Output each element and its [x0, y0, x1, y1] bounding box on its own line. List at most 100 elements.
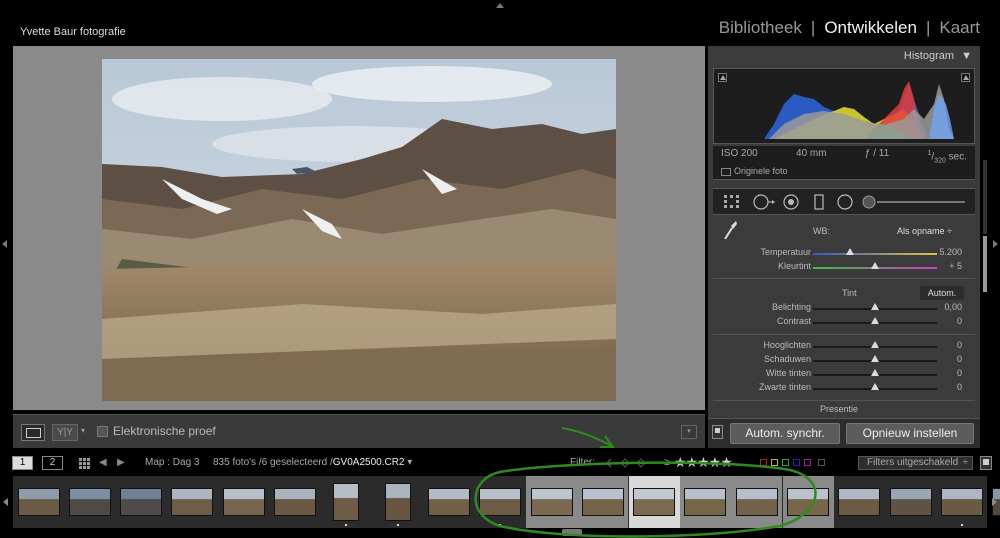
blue-label-filter[interactable] [793, 459, 800, 466]
rating-filter-stars[interactable]: ★★★★★ [674, 454, 733, 471]
slider-value[interactable]: 0 [957, 340, 962, 350]
top-panel-toggle-icon[interactable] [496, 3, 504, 8]
red-label-filter[interactable] [760, 459, 767, 466]
panel-scrollbar[interactable] [983, 236, 987, 292]
red-eye-icon[interactable] [783, 194, 801, 212]
filmstrip-thumbnail[interactable] [577, 476, 629, 528]
module-ontwikkelen[interactable]: Ontwikkelen [824, 18, 917, 38]
purple-label-filter[interactable] [804, 459, 811, 466]
filmstrip-thumbnail[interactable] [218, 476, 269, 528]
divider [713, 278, 975, 279]
filmstrip-scrollbar[interactable] [562, 529, 582, 536]
filter-preset-select[interactable]: Filters uitgeschakeld ÷ [858, 456, 973, 470]
reset-button[interactable]: Opnieuw instellen [846, 423, 974, 444]
right-panel-toggle-icon[interactable] [993, 240, 998, 248]
primary-display-button[interactable]: 1 [12, 456, 33, 470]
filmstrip-thumbnail[interactable] [679, 476, 731, 528]
slider-value[interactable]: 5.200 [939, 247, 962, 257]
spot-removal-icon[interactable] [753, 194, 777, 212]
camera-info: ISO 200 40 mm ƒ / 11 1/320 sec. [713, 146, 975, 164]
original-photo-toggle[interactable]: Originele foto [713, 164, 975, 180]
filmstrip-thumbnail[interactable] [834, 476, 885, 528]
secondary-display-button[interactable]: 2 [42, 456, 63, 470]
slider-handle[interactable] [871, 262, 879, 269]
photo-count[interactable]: 835 foto's /6 geselecteerd /GV0A2500.CR2… [213, 457, 412, 468]
filmstrip-thumbnail[interactable] [13, 476, 64, 528]
thumbnail-image [120, 488, 163, 516]
panel-scroll-track[interactable] [983, 160, 987, 234]
back-arrow-icon[interactable]: ◀ [99, 457, 107, 468]
source-path[interactable]: Map : Dag 3 [145, 457, 199, 468]
filmstrip-thumbnail[interactable] [936, 476, 987, 528]
forward-arrow-icon[interactable]: ▶ [117, 457, 125, 468]
filmstrip-thumbnail[interactable] [782, 476, 834, 528]
radial-filter-icon[interactable] [837, 194, 855, 212]
slider-value[interactable]: 0 [957, 316, 962, 326]
crop-overlay-icon[interactable] [723, 194, 741, 210]
histogram-graph [713, 68, 975, 144]
grid-view-icon[interactable] [79, 458, 90, 469]
flag-filter-icons[interactable] [605, 457, 649, 469]
graduated-filter-icon[interactable] [813, 194, 827, 212]
filter-switch[interactable] [980, 456, 992, 470]
slider-row-kleurtint: Kleurtint + 5 [708, 261, 970, 274]
rating-operator[interactable]: ≥ [664, 457, 670, 468]
filmstrip-thumbnail[interactable] [628, 476, 680, 528]
slider-handle[interactable] [846, 248, 855, 255]
slider-value[interactable]: 0,00 [944, 302, 962, 312]
slider-handle[interactable] [871, 317, 879, 324]
filmstrip-thumbnail[interactable] [270, 476, 321, 528]
thumbnail-image [633, 488, 676, 516]
slider-handle[interactable] [871, 383, 879, 390]
module-kaart[interactable]: Kaart [939, 18, 980, 38]
filmstrip-thumbnail[interactable] [64, 476, 115, 528]
filmstrip-thumbnail[interactable] [475, 476, 526, 528]
before-after-button[interactable]: Y|Y [52, 424, 78, 441]
before-after-caret-icon[interactable]: ▾ [81, 426, 85, 435]
filmstrip-left-arrow-icon[interactable] [3, 498, 8, 506]
auto-sync-button[interactable]: Autom. synchr. [730, 423, 840, 444]
module-bibliotheek[interactable]: Bibliotheek [719, 18, 802, 38]
collapse-triangle-icon[interactable]: ▼ [961, 50, 972, 62]
filmstrip-thumbnail[interactable] [885, 476, 936, 528]
softproof-checkbox[interactable] [97, 426, 108, 437]
sync-toggle-switch[interactable] [712, 425, 723, 439]
histogram-title: Histogram [903, 50, 955, 62]
filmstrip-thumbnail[interactable] [526, 476, 577, 528]
yellow-label-filter[interactable] [771, 459, 778, 466]
original-photo-checkbox-icon[interactable] [721, 167, 731, 176]
slider-value[interactable]: + 5 [949, 261, 962, 271]
left-panel-toggle-icon[interactable] [2, 240, 7, 248]
filmstrip-thumbnail[interactable] [423, 476, 474, 528]
filmstrip-right-arrow-icon[interactable] [992, 498, 997, 506]
slider-value[interactable]: 0 [957, 368, 962, 378]
slider-track[interactable] [813, 253, 937, 255]
slider-row-belichting: Belichting 0,00 [708, 302, 970, 315]
filmstrip-thumbnail[interactable] [116, 476, 167, 528]
focal-length: 40 mm [796, 148, 827, 159]
thumbnail-image [427, 488, 470, 516]
filmstrip-thumbnail[interactable] [731, 476, 783, 528]
filmstrip-thumbnail[interactable] [321, 476, 372, 528]
view-toolbar: Y|Y ▾ Elektronische proef ▾ [13, 414, 705, 448]
slider-handle[interactable] [871, 303, 879, 310]
slider-value[interactable]: 0 [957, 354, 962, 364]
wb-select[interactable]: Als opname ÷ [897, 226, 952, 236]
green-label-filter[interactable] [782, 459, 789, 466]
slider-row-contrast: Contrast 0 [708, 316, 970, 329]
auto-tone-button[interactable]: Autom. [920, 286, 964, 300]
histogram-header[interactable]: Histogram ▼ [708, 46, 980, 66]
slider-handle[interactable] [871, 369, 879, 376]
loupe-view-button[interactable] [21, 424, 45, 441]
toolbar-content-dropdown[interactable]: ▾ [681, 425, 697, 439]
slider-handle[interactable] [871, 341, 879, 348]
develop-right-panel: Histogram ▼ ISO 200 40 mm ƒ / 11 1/320 s… [708, 46, 980, 448]
slider-handle[interactable] [871, 355, 879, 362]
filmstrip-thumbnail[interactable] [372, 476, 423, 528]
filmstrip-thumbnail[interactable] [167, 476, 218, 528]
eyedropper-icon[interactable] [722, 219, 738, 239]
slider-row-witte-tinten: Witte tinten 0 [708, 368, 970, 381]
other-label-filter[interactable] [818, 459, 825, 466]
slider-value[interactable]: 0 [957, 382, 962, 392]
adjustment-brush-icon[interactable] [861, 194, 969, 212]
